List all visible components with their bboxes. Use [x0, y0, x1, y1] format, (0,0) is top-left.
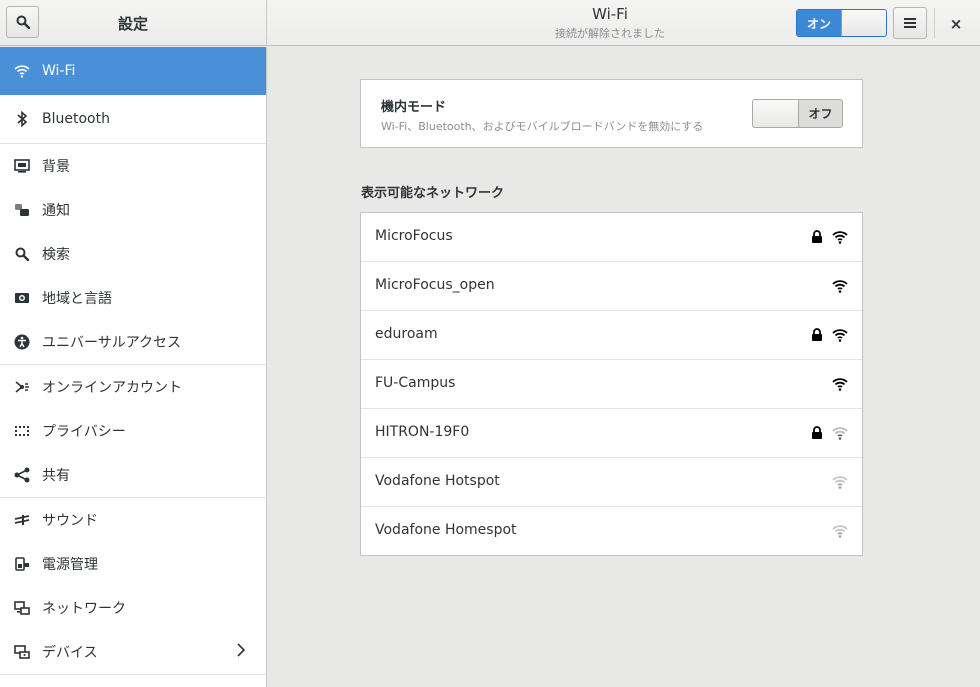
background-icon — [14, 158, 30, 174]
airplane-toggle-label: オフ — [808, 107, 833, 121]
sidebar-item-share[interactable]: 共有 — [0, 453, 266, 497]
sidebar-item-label: Bluetooth — [42, 111, 110, 127]
sidebar-item-label: オンラインアカウント — [42, 380, 182, 396]
airplane-mode-card: 機内モード Wi-Fi、Bluetooth、およびモバイルブロードバンドを無効に… — [360, 79, 863, 148]
wifi-signal-weak-icon — [832, 524, 848, 542]
airplane-mode-description: Wi-Fi、Bluetooth、およびモバイルブロードバンドを無効にする — [381, 120, 704, 133]
sidebar-item-privacy[interactable]: プライバシー — [0, 409, 266, 453]
network-name: eduroam — [375, 326, 438, 342]
lock-icon — [811, 230, 823, 247]
menu-button[interactable] — [893, 7, 927, 39]
universal-access-icon — [14, 334, 30, 350]
close-button[interactable]: × — [944, 12, 968, 36]
sidebar-item-network[interactable]: ネットワーク — [0, 586, 266, 630]
share-icon — [14, 467, 30, 483]
sidebar-item-label: 通知 — [42, 203, 70, 219]
privacy-icon — [14, 423, 30, 439]
power-icon — [14, 556, 30, 572]
wifi-signal-strong-icon — [832, 377, 848, 395]
sidebar-item-devices[interactable]: デバイス — [0, 630, 266, 674]
wifi-signal-weak-icon — [832, 426, 848, 444]
wifi-signal-strong-icon — [832, 279, 848, 297]
header-separator — [934, 8, 935, 38]
network-name: HITRON-19F0 — [375, 424, 470, 440]
sound-icon — [14, 512, 30, 528]
search-icon — [16, 15, 30, 29]
close-icon: × — [949, 15, 963, 33]
sidebar-item-label: 検索 — [42, 247, 70, 263]
network-row[interactable]: MicroFocus_open — [361, 262, 862, 311]
chevron-right-icon — [236, 643, 246, 661]
sidebar-item-label: デバイス — [42, 645, 98, 661]
sidebar-item-bluetooth[interactable]: Bluetooth — [0, 95, 266, 143]
wifi-signal-strong-icon — [832, 328, 848, 346]
wifi-icon — [14, 63, 30, 79]
page-subtitle: 接続が解除されました — [555, 27, 665, 40]
sidebar-item-wifi[interactable]: Wi-Fi — [0, 47, 266, 95]
sidebar-item-notifications[interactable]: 通知 — [0, 188, 266, 232]
sidebar-divider — [0, 674, 266, 675]
sidebar-item-label: 共有 — [42, 468, 70, 484]
lock-icon — [811, 426, 823, 443]
hamburger-menu-icon — [904, 18, 916, 28]
sidebar-item-power[interactable]: 電源管理 — [0, 542, 266, 586]
sidebar-item-label: 背景 — [42, 159, 70, 175]
lock-icon — [811, 328, 823, 345]
sidebar-item-background[interactable]: 背景 — [0, 144, 266, 188]
sidebar-item-search[interactable]: 検索 — [0, 232, 266, 276]
network-name: Vodafone Hotspot — [375, 473, 500, 489]
network-row[interactable]: MicroFocus — [361, 213, 862, 262]
airplane-mode-toggle[interactable]: オフ — [752, 99, 843, 128]
network-row[interactable]: Vodafone Hotspot — [361, 458, 862, 507]
wifi-signal-weak-icon — [832, 475, 848, 493]
sidebar-item-label: Wi-Fi — [42, 63, 76, 79]
visible-networks-heading: 表示可能なネットワーク — [361, 186, 505, 201]
bluetooth-icon — [14, 111, 30, 127]
wifi-signal-strong-icon — [832, 230, 848, 248]
page-title: Wi-Fi — [592, 5, 628, 23]
sidebar-item-label: ネットワーク — [42, 601, 126, 617]
wifi-toggle[interactable]: オン — [796, 9, 887, 37]
header-bar: 設定 Wi-Fi 接続が解除されました オン × — [0, 0, 980, 46]
sidebar-item-sound[interactable]: サウンド — [0, 498, 266, 542]
sidebar-item-label: サウンド — [42, 513, 98, 529]
network-row[interactable]: Vodafone Homespot — [361, 507, 862, 556]
network-name: FU-Campus — [375, 375, 456, 391]
settings-title: 設定 — [117, 15, 148, 33]
sidebar-item-universal-access[interactable]: ユニバーサルアクセス — [0, 320, 266, 364]
sidebar-item-region-language[interactable]: 地域と言語 — [0, 276, 266, 320]
wifi-toggle-label: オン — [797, 10, 841, 36]
network-list: MicroFocus MicroFocus_open eduroam FU-Ca… — [360, 212, 863, 556]
wifi-toggle-knob — [841, 10, 886, 36]
network-icon — [14, 600, 30, 616]
network-name: MicroFocus_open — [375, 277, 495, 293]
notifications-icon — [14, 202, 30, 218]
online-accounts-icon — [14, 379, 30, 395]
devices-icon — [14, 644, 30, 660]
network-name: Vodafone Homespot — [375, 522, 517, 538]
network-row[interactable]: eduroam — [361, 311, 862, 360]
airplane-toggle-knob — [753, 100, 799, 127]
sidebar-item-label: ユニバーサルアクセス — [42, 335, 182, 351]
airplane-mode-title: 機内モード — [381, 100, 447, 115]
sidebar-item-online-accounts[interactable]: オンラインアカウント — [0, 365, 266, 409]
search-button[interactable] — [6, 6, 39, 38]
sidebar-item-label: 電源管理 — [42, 557, 98, 573]
sidebar: Wi-Fi Bluetooth 背景 通知 検索 地域と言語 ユニバーサルアクセ… — [0, 47, 267, 687]
search-icon — [14, 246, 30, 262]
sidebar-header: 設定 — [0, 0, 267, 46]
network-name: MicroFocus — [375, 228, 453, 244]
network-row[interactable]: FU-Campus — [361, 360, 862, 409]
sidebar-item-label: 地域と言語 — [42, 291, 112, 307]
region-language-icon — [14, 290, 30, 306]
sidebar-item-label: プライバシー — [42, 424, 126, 440]
network-row[interactable]: HITRON-19F0 — [361, 409, 862, 458]
